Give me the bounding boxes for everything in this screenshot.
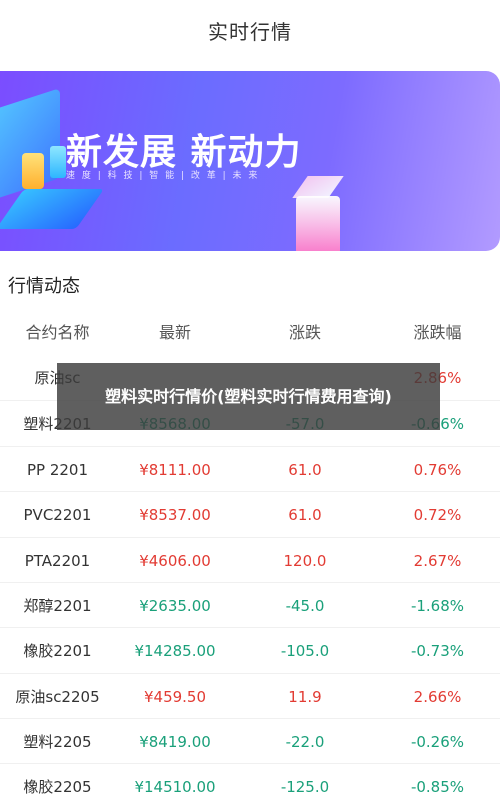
header-contract: 合约名称 [25,323,90,342]
price-change: 11.9 [288,687,322,706]
price-change: -125.0 [280,777,330,796]
price-change-pct: -0.85% [410,777,465,796]
price-change-pct: 0.76% [413,460,462,479]
latest-price: ¥14510.00 [134,777,216,796]
price-change: 120.0 [283,551,327,570]
header-change-pct: 涨跌幅 [413,323,462,342]
promo-banner[interactable]: 新发展 新动力 速 度 | 科 技 | 智 能 | 改 革 | 未 来 [0,71,500,251]
section-title: 行情动态 [8,276,80,297]
banner-subline: 速 度 | 科 技 | 智 能 | 改 革 | 未 来 [66,171,260,181]
table-row[interactable]: 塑料2205 ¥8419.00 -22.0 -0.26% [0,718,500,764]
latest-price: ¥459.50 [143,687,207,706]
contract-name: PVC2201 [23,505,92,524]
price-change: -45.0 [285,596,325,615]
latest-price: ¥2635.00 [139,596,211,615]
table-row[interactable]: PVC2201 ¥8537.00 61.0 0.72% [0,491,500,537]
contract-name: 郑醇2201 [23,597,92,615]
contract-name: PTA2201 [24,551,91,570]
price-change: -22.0 [285,732,325,751]
latest-price: ¥8111.00 [139,460,211,479]
contract-name: 原油sc2205 [15,688,100,706]
price-change: -105.0 [280,641,330,660]
decor-shape [296,196,340,251]
price-change: 61.0 [288,505,322,524]
contract-name: 橡胶2205 [23,778,92,796]
table-row[interactable]: 原油sc2205 ¥459.50 11.9 2.66% [0,673,500,719]
table-row[interactable]: 橡胶2205 ¥14510.00 -125.0 -0.85% [0,763,500,809]
table-header: 合约名称 最新 涨跌 涨跌幅 [0,307,500,355]
page-title: 实时行情 [208,19,292,44]
decor-shape [50,146,66,178]
top-bar: 实时行情 [0,0,500,60]
title-overlay: 塑料实时行情价(塑料实时行情费用查询) [57,363,440,430]
table-row[interactable]: PTA2201 ¥4606.00 120.0 2.67% [0,537,500,583]
price-change-pct: 2.66% [413,687,462,706]
latest-price: ¥14285.00 [134,641,216,660]
price-change: 61.0 [288,460,322,479]
overlay-text: 塑料实时行情价(塑料实时行情费用查询) [105,386,392,406]
header-change: 涨跌 [288,323,321,342]
contract-name: PP 2201 [26,460,89,479]
price-change-pct: -0.73% [410,641,465,660]
header-latest: 最新 [158,323,191,342]
decor-shape [0,189,105,229]
latest-price: ¥4606.00 [139,551,211,570]
decor-shape [292,176,344,198]
latest-price: ¥8537.00 [139,505,211,524]
price-change-pct: -0.26% [410,732,465,751]
table-row[interactable]: PP 2201 ¥8111.00 61.0 0.76% [0,446,500,492]
table-row[interactable]: 郑醇2201 ¥2635.00 -45.0 -1.68% [0,582,500,628]
contract-name: 塑料2205 [23,733,92,751]
price-change-pct: 0.72% [413,505,462,524]
decor-shape [22,153,44,189]
contract-name: 橡胶2201 [23,642,92,660]
table-row[interactable]: 橡胶2201 ¥14285.00 -105.0 -0.73% [0,627,500,673]
price-change-pct: 2.67% [413,551,462,570]
price-change-pct: -1.68% [410,596,465,615]
latest-price: ¥8419.00 [139,732,211,751]
